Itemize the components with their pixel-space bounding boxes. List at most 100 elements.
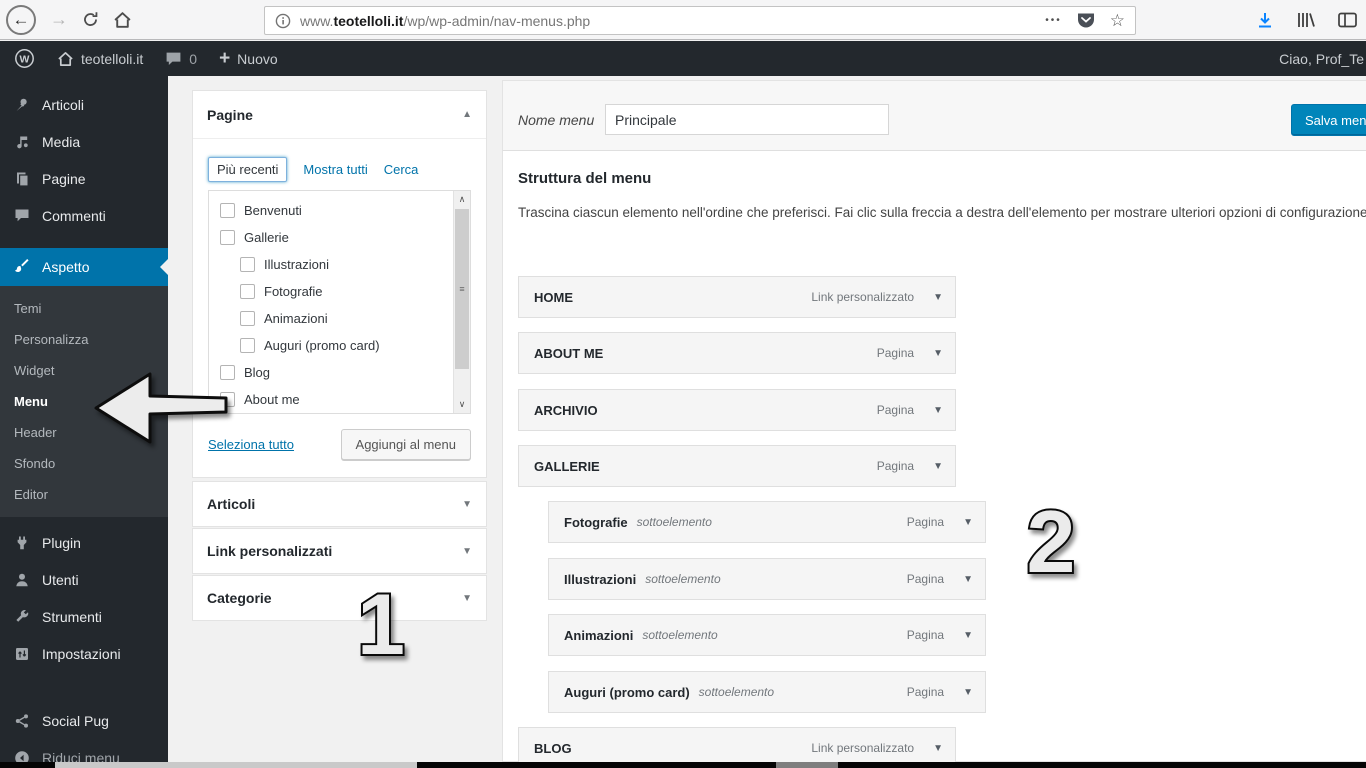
- item-expand-icon[interactable]: ▼: [963, 687, 973, 698]
- menu-item-sub-label: sottoelemento: [698, 685, 775, 699]
- submenu-item-temi[interactable]: Temi: [0, 293, 168, 324]
- pages-metabox: Pagine ▲ Più recenti Mostra tutti Cerca …: [192, 90, 487, 478]
- wordpress-logo-icon: W: [15, 49, 34, 68]
- sidebar-item-articoli[interactable]: Articoli: [0, 86, 168, 123]
- menu-item-title: ABOUT ME: [534, 345, 604, 361]
- wp-logo-menu[interactable]: W: [14, 48, 35, 69]
- settings-icon: [13, 646, 31, 662]
- menu-item-title: Auguri (promo card): [564, 684, 690, 700]
- sidebar-item-pagine[interactable]: Pagine: [0, 160, 168, 197]
- sidebar-item-label: Strumenti: [42, 608, 102, 625]
- page-actions-button[interactable]: •••: [1045, 15, 1062, 26]
- sidebar-item-label: Plugin: [42, 534, 81, 551]
- item-expand-icon[interactable]: ▼: [963, 574, 973, 585]
- back-button[interactable]: ←: [6, 4, 36, 35]
- pocket-icon[interactable]: [1076, 11, 1096, 30]
- menu-item-type: Link personalizzato: [811, 290, 915, 304]
- menu-name-input[interactable]: [605, 104, 889, 135]
- accordion-articoli[interactable]: Articoli ▼: [192, 481, 487, 527]
- sidebar-item-utenti[interactable]: Utenti: [0, 561, 168, 598]
- menu-item-title: ARCHIVIO: [534, 402, 598, 418]
- checkbox[interactable]: [240, 257, 255, 272]
- add-to-menu-button[interactable]: Aggiungi al menu: [340, 429, 471, 460]
- bookmark-star-icon[interactable]: ☆: [1110, 11, 1125, 31]
- browser-toolbar: ← → www.teotelloli.it/wp/wp-admin/nav-me…: [0, 0, 1366, 40]
- pages-icon: [13, 171, 31, 187]
- pages-metabox-header[interactable]: Pagine ▲: [193, 91, 486, 139]
- menu-item-auguri[interactable]: Auguri (promo card) sottoelemento Pagina…: [548, 671, 986, 713]
- collapse-panel-icon[interactable]: ▲: [462, 109, 472, 120]
- submenu-item-personalizza[interactable]: Personalizza: [0, 324, 168, 355]
- site-info-icon[interactable]: [275, 13, 291, 29]
- menu-item-fotografie[interactable]: Fotografie sottoelemento Pagina ▼: [548, 501, 986, 543]
- downloads-icon[interactable]: [1255, 10, 1275, 30]
- menu-item-home[interactable]: HOME Link personalizzato ▼: [518, 276, 956, 318]
- item-expand-icon[interactable]: ▼: [933, 292, 943, 303]
- checkbox[interactable]: [240, 311, 255, 326]
- sidebar-item-impostazioni[interactable]: Impostazioni: [0, 635, 168, 672]
- submenu-label: Editor: [14, 487, 48, 502]
- checkbox[interactable]: [220, 230, 235, 245]
- pin-icon: [13, 97, 31, 113]
- accordion-title: Link personalizzati: [207, 543, 333, 559]
- menu-item-sub-label: sottoelemento: [645, 572, 721, 586]
- new-content-link[interactable]: + Nuovo: [219, 48, 278, 70]
- menu-item-title: Animazioni: [564, 627, 634, 643]
- comments-bubble-icon: [166, 52, 181, 65]
- sidebars-toggle-icon[interactable]: [1337, 10, 1358, 30]
- sidebar-item-plugin[interactable]: Plugin: [0, 524, 168, 561]
- menu-item-gallerie[interactable]: GALLERIE Pagina ▼: [518, 445, 956, 487]
- item-expand-icon[interactable]: ▼: [933, 405, 943, 416]
- submenu-item-editor[interactable]: Editor: [0, 479, 168, 510]
- library-icon[interactable]: [1295, 10, 1317, 30]
- sidebar-item-social-pug[interactable]: Social Pug: [0, 702, 168, 739]
- accordion-link-personalizzati[interactable]: Link personalizzati ▼: [192, 528, 487, 574]
- page-checkbox-row: Fotografie: [209, 278, 453, 305]
- menu-item-type: Link personalizzato: [811, 741, 915, 755]
- item-expand-icon[interactable]: ▼: [963, 517, 973, 528]
- page-label: About me: [244, 392, 300, 407]
- menu-item-animazioni[interactable]: Animazioni sottoelemento Pagina ▼: [548, 614, 986, 656]
- reload-button[interactable]: [82, 11, 99, 28]
- item-expand-icon[interactable]: ▼: [933, 348, 943, 359]
- checkbox[interactable]: [240, 284, 255, 299]
- checkbox[interactable]: [220, 203, 235, 218]
- structure-title: Struttura del menu: [518, 170, 652, 187]
- url-bar[interactable]: www.teotelloli.it/wp/wp-admin/nav-menus.…: [264, 6, 1136, 35]
- menu-item-illustrazioni[interactable]: Illustrazioni sottoelemento Pagina ▼: [548, 558, 986, 600]
- sidebar-item-media[interactable]: Media: [0, 123, 168, 160]
- tab-mostra-tutti[interactable]: Mostra tutti: [303, 162, 367, 177]
- scrollbar[interactable]: ∧ ≡ ∨: [453, 191, 470, 413]
- menu-item-about-me[interactable]: ABOUT ME Pagina ▼: [518, 332, 956, 374]
- sidebar-item-label: Social Pug: [42, 712, 109, 729]
- scrollbar-thumb[interactable]: ≡: [455, 209, 469, 369]
- sidebar-item-commenti[interactable]: Commenti: [0, 197, 168, 234]
- submenu-item-sfondo[interactable]: Sfondo: [0, 448, 168, 479]
- sidebar-item-strumenti[interactable]: Strumenti: [0, 598, 168, 635]
- tab-cerca[interactable]: Cerca: [384, 162, 419, 177]
- site-link[interactable]: teotelloli.it: [57, 51, 143, 67]
- page-checkbox-row: Auguri (promo card): [209, 332, 453, 359]
- comments-link[interactable]: 0: [165, 51, 197, 67]
- sidebar-item-aspetto[interactable]: Aspetto: [0, 248, 168, 286]
- url-text: www.teotelloli.it/wp/wp-admin/nav-menus.…: [300, 13, 590, 29]
- item-expand-icon[interactable]: ▼: [933, 743, 943, 754]
- home-button[interactable]: [113, 11, 132, 29]
- sidebar-item-label: Utenti: [42, 571, 79, 588]
- howdy-account-link[interactable]: Ciao, Prof_Te: [1279, 41, 1364, 76]
- menu-item-type: Pagina: [906, 515, 945, 529]
- tab-piu-recenti[interactable]: Più recenti: [208, 157, 288, 182]
- sidebar-item-label: Commenti: [42, 207, 106, 224]
- scroll-up-icon[interactable]: ∧: [454, 191, 470, 208]
- checkbox[interactable]: [240, 338, 255, 353]
- item-expand-icon[interactable]: ▼: [963, 630, 973, 641]
- menu-item-sub-label: sottoelemento: [636, 515, 712, 529]
- expand-panel-icon: ▼: [462, 545, 472, 557]
- url-path: /wp/wp-admin/nav-menus.php: [403, 12, 591, 29]
- scroll-down-icon[interactable]: ∨: [454, 396, 470, 413]
- forward-button[interactable]: →: [50, 9, 68, 30]
- menu-item-archivio[interactable]: ARCHIVIO Pagina ▼: [518, 389, 956, 431]
- save-menu-button[interactable]: Salva menu: [1291, 104, 1366, 136]
- item-expand-icon[interactable]: ▼: [933, 461, 943, 472]
- step-1-annotation: 1: [355, 575, 407, 672]
